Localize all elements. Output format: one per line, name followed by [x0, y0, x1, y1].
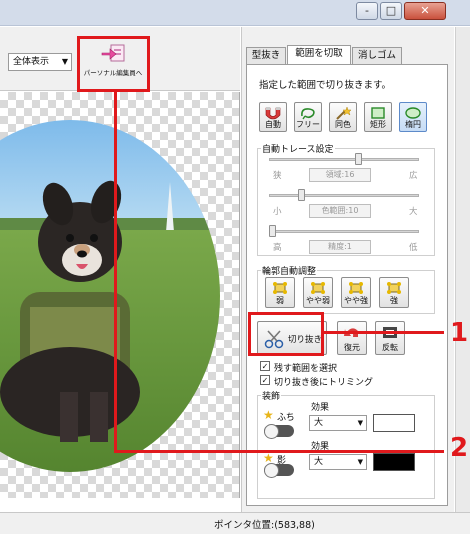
border-effect-name: ふち — [277, 413, 295, 423]
color-range-left-label: 小 — [273, 207, 282, 217]
lasso-icon — [301, 108, 315, 120]
auto-tool-button[interactable]: 自動 — [259, 102, 287, 132]
magnet-icon — [265, 107, 281, 120]
border-effect-label: 効果 — [311, 403, 330, 413]
instruction-text: 指定した範囲で切り抜きます。 — [259, 80, 392, 91]
callout-line — [114, 90, 117, 452]
area-left-label: 狭 — [273, 171, 282, 181]
auto-trace-title: 自動トレース設定 — [261, 142, 335, 155]
free-tool-label: フリー — [296, 120, 320, 129]
callout-box-cut — [248, 312, 324, 356]
contour-slightly-strong-button[interactable]: やや強 — [341, 277, 371, 308]
window-titlebar: - □ ✕ — [0, 0, 470, 26]
free-tool-button[interactable]: フリー — [294, 102, 322, 132]
decoration-title: 装飾 — [261, 389, 282, 402]
border-effect-select[interactable]: 大 ▼ — [309, 415, 367, 431]
area-right-label: 広 — [409, 171, 418, 181]
precision-left-label: 高 — [273, 243, 282, 253]
contour-slightly-weak-label: やや弱 — [306, 296, 330, 305]
tab-range-cut[interactable]: 範囲を切取 — [287, 45, 351, 65]
callout-number-2: 2 — [450, 433, 469, 463]
contour-title: 輪郭自動調整 — [261, 264, 318, 277]
range-cut-pane: 指定した範囲で切り抜きます。 自動 フリー 同色 矩形 楕円 自動トレース設定 … — [246, 64, 448, 506]
shadow-effect-select[interactable]: 大 ▼ — [309, 454, 367, 470]
tab-die-cut[interactable]: 型抜き — [246, 47, 286, 64]
rectangle-tool-button[interactable]: 矩形 — [364, 102, 392, 132]
shadow-toggle[interactable] — [264, 463, 294, 478]
keep-range-label: 残す範囲を選択 — [274, 364, 338, 374]
precision-right-label: 低 — [409, 243, 418, 253]
color-range-slider[interactable] — [269, 194, 419, 197]
border-color-swatch[interactable] — [373, 414, 415, 432]
contour-icon — [311, 282, 325, 294]
contour-icon — [273, 282, 287, 294]
restore-button[interactable]: 復元 — [337, 321, 367, 355]
ellipse-tool-label: 楕円 — [405, 120, 421, 129]
status-bar: ポインタ位置:(583,88) — [0, 512, 470, 534]
auto-tool-label: 自動 — [265, 120, 281, 129]
contour-slightly-strong-label: やや強 — [344, 296, 368, 305]
border-toggle[interactable] — [264, 424, 294, 439]
dog-photo — [0, 120, 220, 472]
zoom-select[interactable]: 全体表示 ▼ — [8, 53, 72, 71]
contour-strong-button[interactable]: 強 — [379, 277, 409, 308]
rectangle-tool-label: 矩形 — [370, 120, 386, 129]
precision-field: 精度:1 — [309, 240, 371, 254]
same-color-tool-label: 同色 — [335, 120, 351, 129]
same-color-tool-button[interactable]: 同色 — [329, 102, 357, 132]
area-slider-thumb[interactable] — [354, 153, 362, 165]
contour-strong-label: 強 — [390, 296, 398, 305]
invert-button[interactable]: 反転 — [375, 321, 405, 355]
pointer-position: ポインタ位置:(583,88) — [214, 520, 315, 531]
border-effect-value: 大 — [314, 418, 324, 428]
invert-button-label: 反転 — [382, 343, 398, 352]
dropdown-arrow-icon: ▼ — [357, 419, 363, 427]
dropdown-arrow-icon: ▼ — [61, 57, 68, 66]
callout-line — [114, 450, 444, 453]
ellipse-tool-button[interactable]: 楕円 — [399, 102, 427, 132]
close-button[interactable]: ✕ — [404, 2, 446, 20]
area-slider[interactable] — [269, 158, 419, 161]
ellipse-select-icon — [405, 107, 421, 119]
color-range-slider-thumb[interactable] — [297, 189, 305, 201]
checkbox-box[interactable]: ✓ — [260, 375, 270, 385]
star-icon: ★ — [263, 408, 274, 422]
maximize-button[interactable]: □ — [380, 2, 402, 20]
contour-weak-button[interactable]: 弱 — [265, 277, 295, 308]
color-range-field: 色範囲:10 — [309, 204, 371, 218]
restore-button-label: 復元 — [344, 343, 360, 352]
tab-eraser[interactable]: 消しゴム — [352, 47, 402, 64]
contour-icon — [349, 282, 363, 294]
trim-after-cut-label: 切り抜き後にトリミング — [274, 378, 374, 388]
checkbox-box[interactable]: ✓ — [260, 361, 270, 371]
precision-slider-thumb[interactable] — [269, 225, 276, 237]
precision-slider[interactable] — [269, 230, 419, 233]
zoom-value: 全体表示 — [13, 57, 50, 67]
shadow-color-swatch[interactable] — [373, 453, 415, 471]
callout-number-1: 1 — [450, 318, 469, 348]
rectangle-select-icon — [371, 107, 385, 119]
area-field: 領域:16 — [309, 168, 371, 182]
contour-icon — [387, 282, 401, 294]
shadow-effect-value: 大 — [314, 457, 324, 467]
color-range-right-label: 大 — [409, 207, 418, 217]
minimize-button[interactable]: - — [356, 2, 378, 20]
magic-wand-icon — [336, 106, 352, 120]
dropdown-arrow-icon: ▼ — [357, 458, 363, 466]
callout-box-partial-edit — [77, 36, 150, 92]
image-canvas[interactable] — [0, 92, 240, 498]
callout-line — [322, 331, 444, 334]
contour-slightly-weak-button[interactable]: やや弱 — [303, 277, 333, 308]
contour-weak-label: 弱 — [276, 296, 284, 305]
tool-panel: 型抜き 範囲を切取 消しゴム 指定した範囲で切り抜きます。 自動 フリー 同色 … — [241, 27, 454, 512]
